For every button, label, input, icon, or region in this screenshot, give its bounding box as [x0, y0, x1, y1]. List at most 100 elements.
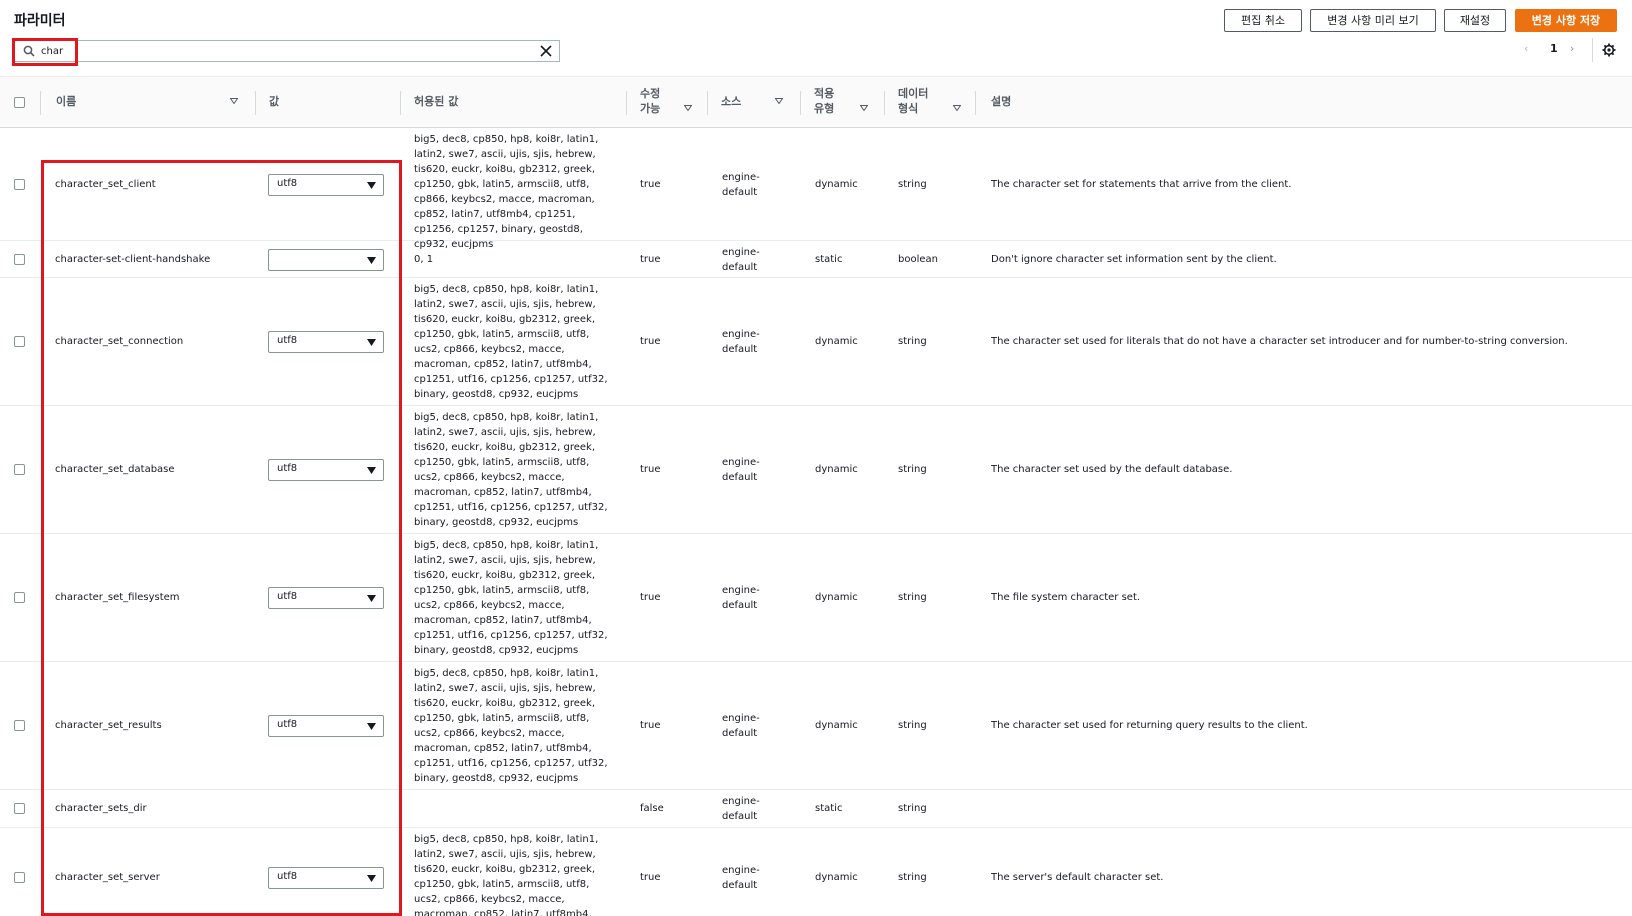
top-bar: 파라미터 편집 취소 변경 사항 미리 보기 재설정 변경 사항 저장 ‹ 1 … — [0, 0, 1632, 76]
modifiable-value: true — [640, 720, 661, 731]
table-header: 이름 값 허용된 값 수정 가능 소스 적용 유형 데이터 형식 설명 — [0, 76, 1632, 128]
column-description-label: 설명 — [991, 95, 1012, 108]
allowed-values: 0, 1 — [414, 253, 434, 265]
column-header-allowed[interactable]: 허용된 값 — [400, 77, 625, 129]
allowed-values: big5, dec8, cp850, hp8, koi8r, latin1, l… — [414, 134, 599, 250]
column-modifiable-label-2: 가능 — [640, 102, 661, 115]
column-modifiable-label-1: 수정 — [640, 87, 661, 100]
data-type-value: string — [898, 592, 927, 603]
modifiable-value: false — [640, 803, 664, 814]
column-header-description[interactable]: 설명 — [975, 77, 1615, 129]
current-page[interactable]: 1 — [1550, 42, 1558, 55]
description-value: The file system character set. — [991, 592, 1141, 603]
column-header-value[interactable]: 값 — [255, 77, 395, 129]
save-changes-button[interactable]: 변경 사항 저장 — [1515, 9, 1617, 32]
row-checkbox[interactable] — [14, 464, 25, 475]
search-box[interactable] — [14, 40, 560, 62]
column-value-label: 값 — [269, 95, 280, 108]
row-checkbox[interactable] — [14, 178, 25, 190]
search-highlight-box — [12, 38, 78, 66]
source-value-line2: default — [722, 344, 758, 355]
source-value-line1: engine- — [722, 329, 760, 340]
modifiable-value: true — [640, 253, 661, 265]
prev-page-button[interactable]: ‹ — [1524, 42, 1528, 55]
description-value: The character set for statements that ar… — [991, 178, 1292, 190]
description-value: The character set used for literals that… — [991, 336, 1568, 347]
column-allowed-label: 허용된 값 — [414, 95, 459, 108]
allowed-values: big5, dec8, cp850, hp8, koi8r, latin1, l… — [414, 412, 608, 528]
allowed-values: big5, dec8, cp850, hp8, koi8r, latin1, l… — [414, 834, 599, 916]
apply-type-value: dynamic — [815, 720, 858, 731]
column-header-source[interactable]: 소스 — [707, 77, 795, 129]
source-value-line2: default — [722, 811, 758, 822]
data-type-value: string — [898, 720, 927, 731]
description-value: The character set used for returning que… — [991, 720, 1308, 731]
data-type-value: string — [898, 464, 927, 475]
apply-type-value: dynamic — [815, 178, 858, 190]
allowed-values: big5, dec8, cp850, hp8, koi8r, latin1, l… — [414, 668, 608, 784]
source-value-line1: engine- — [722, 457, 760, 468]
row-checkbox[interactable] — [14, 872, 25, 883]
row-checkbox[interactable] — [14, 336, 25, 347]
allowed-values: big5, dec8, cp850, hp8, koi8r, latin1, l… — [414, 540, 608, 656]
source-value-line1: engine- — [722, 246, 760, 258]
column-data-type-label-2: 형식 — [898, 102, 919, 115]
allowed-values: big5, dec8, cp850, hp8, koi8r, latin1, l… — [414, 284, 608, 400]
sort-icon[interactable] — [684, 105, 692, 111]
preview-changes-button[interactable]: 변경 사항 미리 보기 — [1310, 9, 1436, 32]
apply-type-value: dynamic — [815, 336, 858, 347]
column-header-apply-type[interactable]: 적용 유형 — [800, 77, 880, 129]
source-value-line1: engine- — [722, 796, 760, 807]
description-value: The character set used by the default da… — [991, 464, 1233, 475]
sort-icon[interactable] — [860, 105, 868, 111]
source-value-line2: default — [722, 261, 758, 273]
column-apply-type-label-1: 적용 — [814, 87, 835, 100]
cancel-edit-button[interactable]: 편집 취소 — [1224, 9, 1302, 32]
source-value-line2: default — [722, 600, 758, 611]
source-value-line1: engine- — [722, 585, 760, 596]
description-value: The server's default character set. — [991, 872, 1164, 883]
apply-type-value: static — [815, 803, 843, 814]
data-type-value: string — [898, 872, 927, 883]
source-value-line2: default — [722, 472, 758, 483]
source-value-line2: default — [722, 728, 758, 739]
source-value-line1: engine- — [722, 171, 760, 183]
page-title: 파라미터 — [14, 13, 66, 29]
source-value-line1: engine- — [722, 713, 760, 724]
data-type-value: string — [898, 803, 927, 814]
modifiable-value: true — [640, 178, 661, 190]
column-data-type-label-1: 데이터 — [898, 87, 929, 100]
modifiable-value: true — [640, 592, 661, 603]
source-value-line2: default — [722, 880, 758, 891]
sort-icon[interactable] — [775, 98, 783, 104]
next-page-button[interactable]: › — [1570, 42, 1574, 55]
row-checkbox[interactable] — [14, 803, 25, 814]
sort-icon[interactable] — [953, 105, 961, 111]
column-apply-type-label-2: 유형 — [814, 102, 835, 115]
sort-icon[interactable] — [230, 98, 238, 104]
gear-icon[interactable] — [1602, 43, 1616, 57]
search-input[interactable] — [41, 43, 521, 59]
modifiable-value: true — [640, 464, 661, 475]
data-type-value: string — [898, 336, 927, 347]
data-type-value: boolean — [898, 253, 938, 265]
clear-icon[interactable] — [539, 44, 553, 58]
column-header-name[interactable]: 이름 — [40, 77, 245, 129]
source-value-line2: default — [722, 186, 758, 198]
row-checkbox[interactable] — [14, 720, 25, 731]
apply-type-value: dynamic — [815, 464, 858, 475]
apply-type-value: static — [815, 253, 843, 265]
modifiable-value: true — [640, 872, 661, 883]
row-checkbox[interactable] — [14, 592, 25, 603]
reset-button[interactable]: 재설정 — [1444, 9, 1506, 32]
column-header-data-type[interactable]: 데이터 형식 — [884, 77, 974, 129]
pager-divider — [1592, 38, 1593, 62]
description-value: Don't ignore character set information s… — [991, 253, 1277, 265]
apply-type-value: dynamic — [815, 872, 858, 883]
column-header-modifiable[interactable]: 수정 가능 — [626, 77, 706, 129]
column-name-label: 이름 — [56, 95, 77, 108]
row-checkbox[interactable] — [14, 253, 25, 265]
data-type-value: string — [898, 178, 927, 190]
source-value-line1: engine- — [722, 865, 760, 876]
select-all-checkbox[interactable] — [14, 97, 25, 108]
